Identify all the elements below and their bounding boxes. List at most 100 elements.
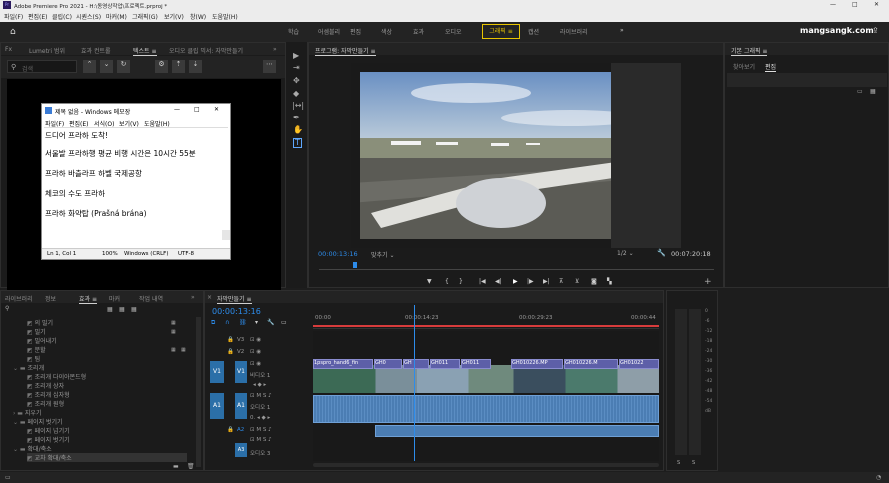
program-scrubber[interactable]	[319, 262, 714, 270]
menu-sequence[interactable]: 시퀀스(S)	[76, 12, 101, 21]
tab-markers[interactable]: 마커	[109, 294, 120, 303]
menu-marker[interactable]: 마커(M)	[106, 12, 127, 21]
settings-button[interactable]: ⚙	[155, 60, 168, 73]
lock-icon[interactable]: 🔒	[227, 337, 234, 343]
timeline-zoom-scrollbar[interactable]	[313, 463, 659, 467]
video-clip[interactable]: 1pspro_hand6_fin	[313, 359, 373, 369]
track-target-v1[interactable]: V1	[235, 361, 247, 383]
effect-folder[interactable]: › ▬ 지우기	[13, 408, 41, 417]
effect-folder[interactable]: ⌄ ▬ 조리개	[13, 363, 44, 372]
add-button-icon[interactable]: +	[704, 278, 712, 287]
notepad-window[interactable]: 제목 없음 - Windows 메모장 — □ ✕ 파일(F) 편집(E) 서식…	[41, 103, 231, 260]
video-clip[interactable]: GH01022	[619, 359, 659, 369]
progress-icon[interactable]: ▭	[5, 474, 11, 482]
tab-effect-controls[interactable]: 효과 컨트롤	[81, 46, 111, 55]
timeline-playhead-line[interactable]	[414, 305, 415, 461]
notepad-text-area[interactable]: 드디어 프라하 도착! 서울발 프라하행 평균 비행 시간은 10시간 55분 …	[44, 127, 228, 247]
resolution-dropdown[interactable]: 1/2 ⌄	[617, 250, 634, 257]
menu-edit[interactable]: 편집(E)	[28, 12, 48, 21]
razor-tool-icon[interactable]: ◆	[293, 90, 299, 98]
workspace-libraries[interactable]: 라이브러리	[560, 27, 588, 36]
workspace-captions[interactable]: 캡션	[528, 27, 539, 36]
workspace-assembly[interactable]: 어셈블리	[318, 27, 340, 36]
mute-solo-icon[interactable]: ⊡ M S ♪	[250, 393, 272, 399]
tab-edit[interactable]: 편집	[765, 62, 777, 72]
tab-effects[interactable]: 효과 ≡	[79, 294, 97, 304]
wrench-icon[interactable]: 🔧	[657, 249, 666, 257]
share-icon[interactable]: ⇪	[872, 27, 879, 35]
refresh-button[interactable]: ↻	[117, 60, 130, 73]
lock-icon[interactable]: 🔒	[227, 427, 234, 433]
camera-icon[interactable]: ◙	[591, 278, 597, 285]
tab-text[interactable]: 텍스트 ≡	[133, 46, 157, 56]
program-video-frame[interactable]	[351, 63, 681, 248]
volume-keyframe-icon[interactable]: 0. ◂ ◆ ▸	[250, 415, 270, 421]
add-marker-timeline-icon[interactable]: ▾	[255, 319, 258, 326]
selection-tool-icon[interactable]: ▶	[293, 52, 299, 60]
video-clip[interactable]: GH0	[374, 359, 402, 369]
home-icon[interactable]: ⌂	[10, 28, 16, 37]
new-bin-icon[interactable]: ▬	[173, 463, 179, 471]
effect-item[interactable]: ◩ 밀기	[27, 327, 46, 336]
workspace-editing[interactable]: 편집	[350, 27, 361, 36]
sort-down-button[interactable]: ⇣	[189, 60, 202, 73]
delete-icon[interactable]: 🗑	[187, 463, 195, 471]
menu-view[interactable]: 보기(V)	[164, 12, 184, 21]
video-clip[interactable]: GH011	[430, 359, 460, 369]
go-to-out-icon[interactable]: ▶|	[543, 278, 550, 285]
effects-more-icon[interactable]: »	[191, 294, 195, 301]
sync-lock-icon[interactable]: ⊡ ◉	[250, 349, 261, 355]
menu-clip[interactable]: 클립(C)	[52, 12, 72, 21]
notepad-minimize-button[interactable]: —	[174, 106, 180, 113]
type-tool-icon[interactable]: T	[293, 138, 302, 148]
track-select-tool-icon[interactable]: ⇥	[293, 64, 300, 72]
nav-up-button[interactable]: ⌃	[83, 60, 96, 73]
accelerated-effects-icon[interactable]: ▦	[107, 306, 113, 314]
fit-dropdown[interactable]: 맞추기 ⌄	[371, 250, 395, 259]
workspace-effects[interactable]: 효과	[413, 27, 424, 36]
notepad-maximize-button[interactable]: □	[194, 106, 200, 113]
effects-scrollbar[interactable]	[196, 317, 201, 467]
go-to-in-icon[interactable]: |◀	[479, 278, 486, 285]
workspace-graphics-active[interactable]: 그래픽 ≡	[482, 24, 520, 39]
slip-tool-icon[interactable]: |↔|	[292, 102, 304, 110]
track-target-a3[interactable]: A3	[235, 443, 247, 457]
tab-history[interactable]: 작업 내역	[139, 294, 163, 303]
workspace-audio[interactable]: 오디오	[445, 27, 462, 36]
hand-tool-icon[interactable]: ✋	[293, 126, 303, 134]
effect-item-selected[interactable]: ◩ 교차 확대/축소	[27, 453, 187, 462]
effect-folder[interactable]: ⌄ ▬ 확대/축소	[13, 444, 52, 453]
timeline-settings-icon[interactable]: 🔧	[267, 319, 274, 326]
add-marker-icon[interactable]: ▼	[427, 278, 432, 285]
workspace-learning[interactable]: 학습	[288, 27, 299, 36]
effect-item[interactable]: ◩ 조리개 다이아몬드형	[27, 372, 86, 381]
effect-item[interactable]: ◩ 페이지 벗기기	[27, 435, 70, 444]
notepad-close-button[interactable]: ✕	[214, 106, 219, 113]
lift-icon[interactable]: ⊼	[559, 278, 563, 285]
lock-icon[interactable]: 🔒	[227, 349, 234, 355]
nest-icon[interactable]: ⧉	[211, 319, 215, 327]
tab-program[interactable]: 프로그램: 자막만들기 ≡	[315, 46, 376, 56]
tab-audio-clip-mixer[interactable]: 오디오 클립 믹서: 자막만들기	[169, 46, 243, 55]
mute-solo-icon[interactable]: ⊡ M S ♪	[250, 437, 272, 443]
audio-clip-a2[interactable]	[375, 425, 659, 437]
effect-item[interactable]: ◩ 밀어내기	[27, 336, 57, 345]
effect-item[interactable]: ◩ 조리개 상자	[27, 381, 64, 390]
effect-item[interactable]: ◩ 조리개 십자형	[27, 390, 70, 399]
menu-window[interactable]: 창(W)	[190, 12, 206, 21]
effect-item[interactable]: ◩ 팀	[27, 354, 40, 363]
step-back-icon[interactable]: ◀|	[495, 278, 502, 285]
play-icon[interactable]: ▶	[513, 278, 518, 285]
video-clip[interactable]: GH010226.M	[564, 359, 618, 369]
tab-fx[interactable]: Fx	[5, 46, 12, 53]
linked-selection-icon[interactable]: ⛓	[239, 319, 247, 326]
source-patch-a1[interactable]: A1	[210, 393, 224, 419]
effect-item[interactable]: ◩ 조리개 원형	[27, 399, 64, 408]
captions-icon[interactable]: ▭	[281, 319, 287, 326]
compare-icon[interactable]: ▚	[607, 278, 612, 285]
program-playhead[interactable]	[353, 262, 357, 268]
search-field[interactable]: ⚲ 검색	[7, 60, 77, 73]
yuv-effects-icon[interactable]: ▦	[131, 306, 137, 314]
video-clip[interactable]: GH	[403, 359, 429, 369]
tab-libraries[interactable]: 라이브러리	[5, 294, 33, 303]
